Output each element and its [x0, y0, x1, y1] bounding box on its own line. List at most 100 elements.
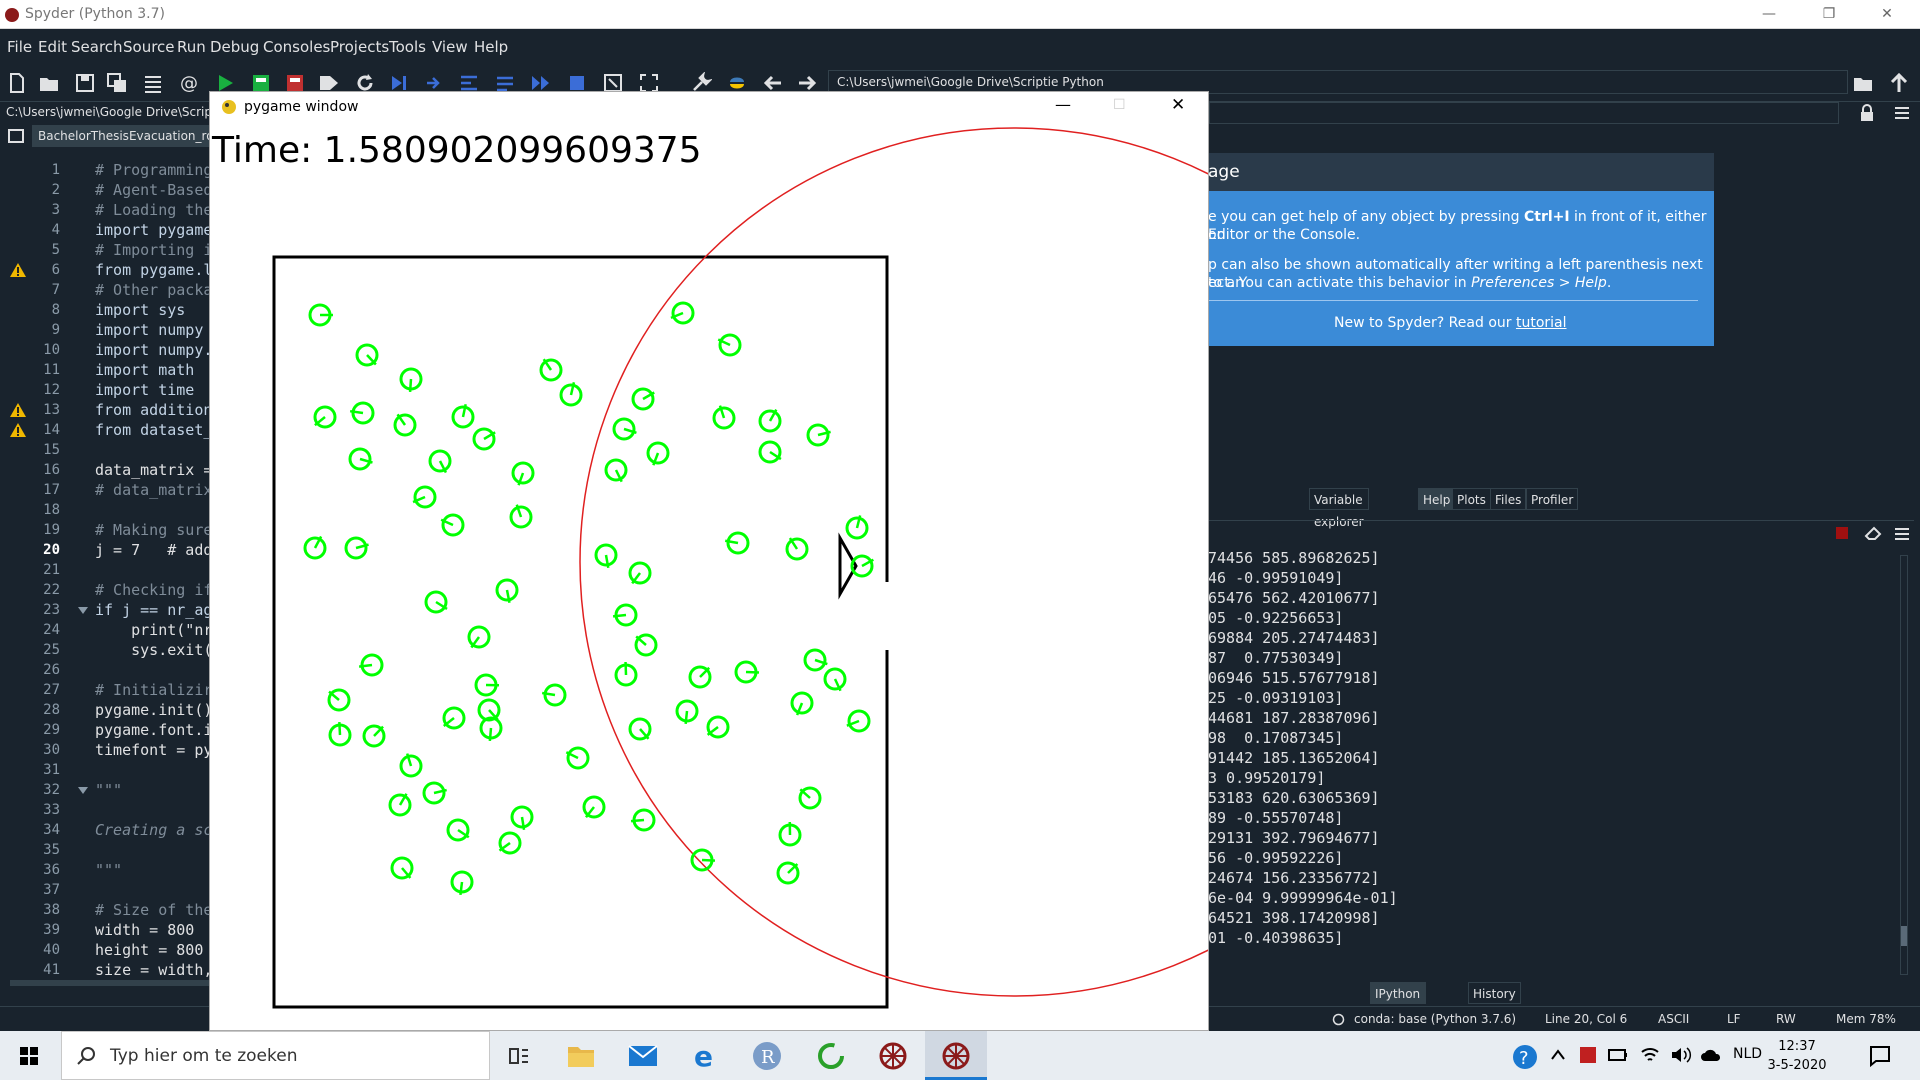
clear-console-eraser-icon[interactable]	[1864, 526, 1882, 540]
menu-view[interactable]: View	[432, 38, 468, 56]
warning-icon[interactable]	[9, 262, 27, 278]
code-line[interactable]: data_matrix =	[95, 460, 210, 480]
simulation-canvas[interactable]: Time: 1.580902099609375	[210, 122, 1208, 1031]
taskbar-clock[interactable]: 12:37 3-5-2020	[1762, 1037, 1832, 1075]
code-area[interactable]: # Programming # Agent-Based # Loading the i…	[95, 160, 210, 980]
onedrive-cloud-icon[interactable]	[1700, 1047, 1722, 1063]
code-line[interactable]: timefont = py	[95, 740, 210, 760]
warning-icon[interactable]	[9, 402, 27, 418]
rstudio-spinner-icon[interactable]	[816, 1041, 846, 1071]
code-line[interactable]: import sys	[95, 300, 210, 320]
code-line[interactable]: width = 800	[95, 920, 210, 940]
code-line[interactable]: # Agent-Based	[95, 180, 210, 200]
code-line[interactable]: j = 7 # add	[95, 540, 210, 560]
code-line[interactable]: pygame.font.i	[95, 720, 210, 740]
code-line[interactable]	[95, 800, 210, 820]
spyder-app-icon[interactable]	[878, 1041, 908, 1071]
close-button[interactable]: ✕	[1864, 0, 1910, 29]
code-line[interactable]: """	[95, 780, 210, 800]
browse-tabs-icon[interactable]	[8, 129, 24, 143]
code-line[interactable]: from addition	[95, 400, 210, 420]
save-all-icon[interactable]	[106, 72, 128, 94]
code-line[interactable]: pygame.init()	[95, 700, 210, 720]
code-line[interactable]	[95, 560, 210, 580]
code-line[interactable]: # Size of the	[95, 900, 210, 920]
menu-consoles[interactable]: Consoles	[263, 38, 330, 56]
code-editor[interactable]: 1 2 3 4 5 6 7 8 9 10 11 12 13 14 15 16 17 18 19 20 21 22 23 24 2…	[0, 150, 210, 986]
code-line[interactable]: import numpy	[95, 320, 210, 340]
fold-arrow-icon[interactable]	[78, 787, 88, 794]
console-scrollbar-handle[interactable]	[1901, 926, 1907, 946]
mail-icon[interactable]	[628, 1045, 658, 1067]
code-line[interactable]	[95, 440, 210, 460]
pygame-close-button[interactable]: ✕	[1171, 95, 1185, 115]
code-line[interactable]: height = 800	[95, 940, 210, 960]
code-line[interactable]: # Other packa	[95, 280, 210, 300]
tab-help[interactable]: Help	[1418, 488, 1456, 510]
notifications-icon[interactable]	[1868, 1044, 1892, 1068]
file-explorer-icon[interactable]	[566, 1043, 596, 1069]
show-hidden-icons-chevron-icon[interactable]	[1550, 1048, 1566, 1062]
new-file-icon[interactable]	[6, 72, 28, 94]
task-view-icon[interactable]	[508, 1045, 530, 1067]
code-line[interactable]: # data_matrix	[95, 480, 210, 500]
at-icon[interactable]: @	[178, 72, 200, 94]
code-line[interactable]: print("nr	[95, 620, 210, 640]
code-line[interactable]	[95, 840, 210, 860]
menu-help[interactable]: Help	[474, 38, 508, 56]
minimize-button[interactable]: —	[1746, 0, 1792, 29]
code-line[interactable]: import pygame	[95, 220, 210, 240]
parent-dir-icon[interactable]	[1888, 72, 1910, 94]
open-file-icon[interactable]	[38, 72, 60, 94]
code-line[interactable]: # Importing i	[95, 240, 210, 260]
code-line[interactable]: """	[95, 860, 210, 880]
editor-horizontal-scrollbar[interactable]	[10, 980, 210, 986]
code-line[interactable]: import numpy.	[95, 340, 210, 360]
menu-projects[interactable]: Projects	[330, 38, 389, 56]
tab-ipython-console[interactable]: IPython console	[1370, 982, 1426, 1023]
console-scrollbar[interactable]	[1900, 555, 1908, 975]
tray-app-icon[interactable]	[1578, 1045, 1598, 1065]
wifi-icon[interactable]	[1640, 1046, 1660, 1064]
code-line[interactable]	[95, 760, 210, 780]
language-indicator[interactable]: NLD	[1733, 1046, 1762, 1062]
warning-icon[interactable]	[9, 422, 27, 438]
tab-files[interactable]: Files	[1490, 488, 1527, 510]
taskbar-search-box[interactable]: Typ hier om te zoeken	[61, 1031, 490, 1080]
edge-browser-icon[interactable]: e	[692, 1041, 720, 1069]
restore-button[interactable]: ❐	[1806, 0, 1852, 29]
code-line[interactable]: if j == nr_ag	[95, 600, 210, 620]
tab-profiler[interactable]: Profiler	[1526, 488, 1579, 510]
menu-tools[interactable]: Tools	[389, 38, 426, 56]
code-line[interactable]: # Loading the	[95, 200, 210, 220]
volume-icon[interactable]	[1670, 1046, 1692, 1064]
tab-plots[interactable]: Plots	[1452, 488, 1491, 510]
code-line[interactable]	[95, 500, 210, 520]
code-line[interactable]: size = width,	[95, 960, 210, 980]
tab-history[interactable]: History	[1468, 982, 1521, 1004]
windows-start-icon[interactable]	[0, 1031, 60, 1080]
lock-icon[interactable]	[1860, 104, 1874, 122]
code-line[interactable]: # Making sure	[95, 520, 210, 540]
code-line[interactable]: import time	[95, 380, 210, 400]
save-icon[interactable]	[74, 72, 96, 94]
pane-options-menu-icon[interactable]	[1894, 106, 1910, 120]
pygame-window[interactable]: pygame window — ☐ ✕ Time: 1.580902099609…	[209, 91, 1209, 1031]
status-conda-env[interactable]: conda: base (Python 3.7.6)	[1354, 1012, 1516, 1026]
console-options-menu-icon[interactable]	[1894, 527, 1910, 541]
fold-arrow-icon[interactable]	[78, 607, 88, 614]
menu-search[interactable]: Search	[71, 38, 123, 56]
code-line[interactable]: # Programming	[95, 160, 210, 180]
menu-debug[interactable]: Debug	[210, 38, 259, 56]
battery-icon[interactable]	[1608, 1048, 1628, 1062]
code-line[interactable]: import math	[95, 360, 210, 380]
code-line[interactable]: from pygame.l	[95, 260, 210, 280]
code-line[interactable]: # Initializir	[95, 680, 210, 700]
menu-run[interactable]: Run	[177, 38, 206, 56]
editor-tab[interactable]: BachelorThesisEvacuation_ro	[32, 125, 210, 147]
code-line[interactable]: Creating a sc	[95, 820, 210, 840]
help-badge-icon[interactable]: ?	[1512, 1044, 1538, 1070]
code-line[interactable]: # Checking if	[95, 580, 210, 600]
tab-variable-explorer[interactable]: Variable explorer	[1309, 488, 1369, 529]
tutorial-link[interactable]: tutorial	[1516, 315, 1567, 331]
